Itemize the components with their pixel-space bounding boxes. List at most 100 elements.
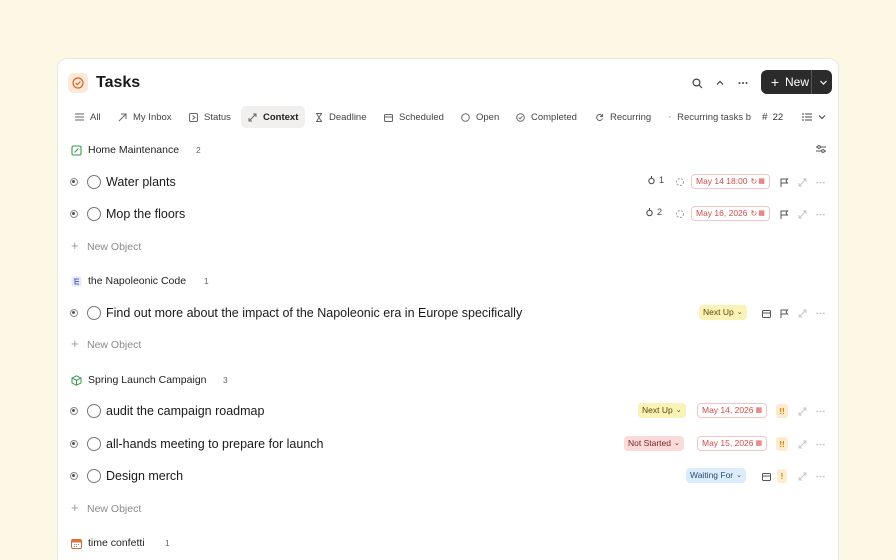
task-row[interactable]: Mop the floors 2 May 16, 2026 ↻ ▦ [58,202,838,226]
more-icon [815,312,825,314]
expand-icon [798,407,806,415]
collapse-button[interactable] [709,72,731,94]
tab-recurring[interactable]: Recurring [588,106,658,128]
new-button[interactable]: + New [761,70,832,94]
tasks-panel: Tasks + New All My Inbox Status Context … [57,58,839,560]
due-date-chip[interactable]: May 14 18:00 ↻ ▦ [691,174,770,189]
due-date-chip[interactable]: May 15, 2026 ▦ [697,436,768,451]
tab-scheduled[interactable]: Scheduled [377,106,451,128]
tab-status[interactable]: Status [182,106,238,128]
task-more-button[interactable] [814,438,826,450]
priority-badge[interactable]: ! [777,469,787,483]
open-task-button[interactable] [796,470,808,482]
chevron-down-icon: ⌄ [674,440,680,447]
more-tabs-count[interactable]: # 22 [762,106,783,128]
tab-context[interactable]: Context [241,106,306,128]
open-task-button[interactable] [796,405,808,417]
new-object-button[interactable]: + New Object [58,335,838,355]
calendar-icon: ▦ [755,407,763,414]
calendar-button[interactable] [760,470,772,482]
priority-badge[interactable]: !! [776,404,788,418]
filter-button[interactable] [815,143,827,155]
calendar-button[interactable] [760,307,772,319]
open-task-button[interactable] [796,176,808,188]
search-button[interactable] [686,72,708,94]
priority-badge[interactable]: !! [776,437,788,451]
view-tabs: All My Inbox Status Context Deadline Sch… [68,106,838,128]
tab-my-inbox[interactable]: My Inbox [111,106,179,128]
task-row[interactable]: Find out more about the impact of the Na… [58,301,838,325]
task-title[interactable]: Find out more about the impact of the Na… [106,305,522,321]
calendar-icon [384,113,393,122]
due-date-chip[interactable]: May 14, 2026 ▦ [697,403,768,418]
task-title[interactable]: Water plants [106,174,176,190]
task-title[interactable]: Design merch [106,468,183,484]
drag-handle[interactable] [70,178,78,186]
status-chip[interactable]: Not Started ⌄ [624,436,684,451]
flag-icon [780,210,788,219]
drag-handle[interactable] [70,440,78,448]
new-object-button[interactable]: + New Object [58,499,838,519]
open-task-button[interactable] [796,438,808,450]
group-header[interactable]: time confetti 1 [58,533,838,553]
task-row[interactable]: Design merch Waiting For ⌄ ! [58,464,838,488]
task-more-button[interactable] [814,470,826,482]
flag-button[interactable] [778,307,790,319]
task-checkbox[interactable] [87,404,101,418]
tab-all[interactable]: All [68,106,108,128]
group-count: 1 [165,538,170,548]
more-button[interactable] [732,72,754,94]
group-header[interactable]: Spring Launch Campaign 3 [58,370,838,390]
task-more-button[interactable] [814,405,826,417]
due-date-chip[interactable]: May 16, 2026 ↻ ▦ [691,206,770,221]
task-more-button[interactable] [814,176,826,188]
hash-icon: # [762,111,768,123]
drag-handle[interactable] [70,407,78,415]
new-dropdown-button[interactable] [814,70,832,94]
task-checkbox[interactable] [87,175,101,189]
task-more-button[interactable] [814,307,826,319]
task-row[interactable]: Water plants 1 May 14 18:00 ↻ ▦ [58,170,838,194]
view-options-button[interactable] [802,106,826,128]
task-checkbox[interactable] [87,437,101,451]
status-chip[interactable]: Next Up ⌄ [699,305,747,320]
calendar-icon [761,309,771,318]
flag-button[interactable] [778,176,790,188]
task-checkbox[interactable] [87,469,101,483]
group-header[interactable]: the Napoleonic Code 1 [58,271,838,291]
task-title[interactable]: all-hands meeting to prepare for launch [106,436,324,452]
task-title[interactable]: Mop the floors [106,206,185,222]
open-task-button[interactable] [796,208,808,220]
more-icon [738,82,748,84]
chevron-down-icon: ⌄ [736,309,743,316]
expand-icon [798,178,806,186]
expand-icon [798,472,806,480]
expand-icon [798,210,806,218]
calendar-icon: ▦ [758,210,765,217]
tab-recurring-tasks[interactable]: Recurring tasks b [662,106,758,128]
header: Tasks + New [58,59,838,107]
more-icon [815,410,825,412]
task-checkbox[interactable] [87,207,101,221]
drag-handle[interactable] [70,472,78,480]
group-header[interactable]: Home Maintenance 2 [58,140,838,160]
drag-handle[interactable] [70,210,78,218]
tasks-check-icon [68,73,88,93]
calendar-icon [761,472,771,481]
new-object-button[interactable]: + New Object [58,237,838,257]
flag-button[interactable] [778,208,790,220]
task-row[interactable]: all-hands meeting to prepare for launch … [58,432,838,456]
tab-open[interactable]: Open [454,106,506,128]
tab-completed[interactable]: Completed [509,106,584,128]
loading-icon [674,208,686,220]
open-task-button[interactable] [796,307,808,319]
status-chip[interactable]: Next Up ⌄ [638,403,686,418]
task-title[interactable]: audit the campaign roadmap [106,403,264,419]
tab-deadline[interactable]: Deadline [308,106,374,128]
task-more-button[interactable] [814,208,826,220]
status-chip[interactable]: Waiting For ⌄ [686,468,747,483]
task-row[interactable]: audit the campaign roadmap Next Up ⌄ May… [58,399,838,423]
task-checkbox[interactable] [87,306,101,320]
recurring-icon: ↻ [750,209,758,218]
drag-handle[interactable] [70,309,78,317]
